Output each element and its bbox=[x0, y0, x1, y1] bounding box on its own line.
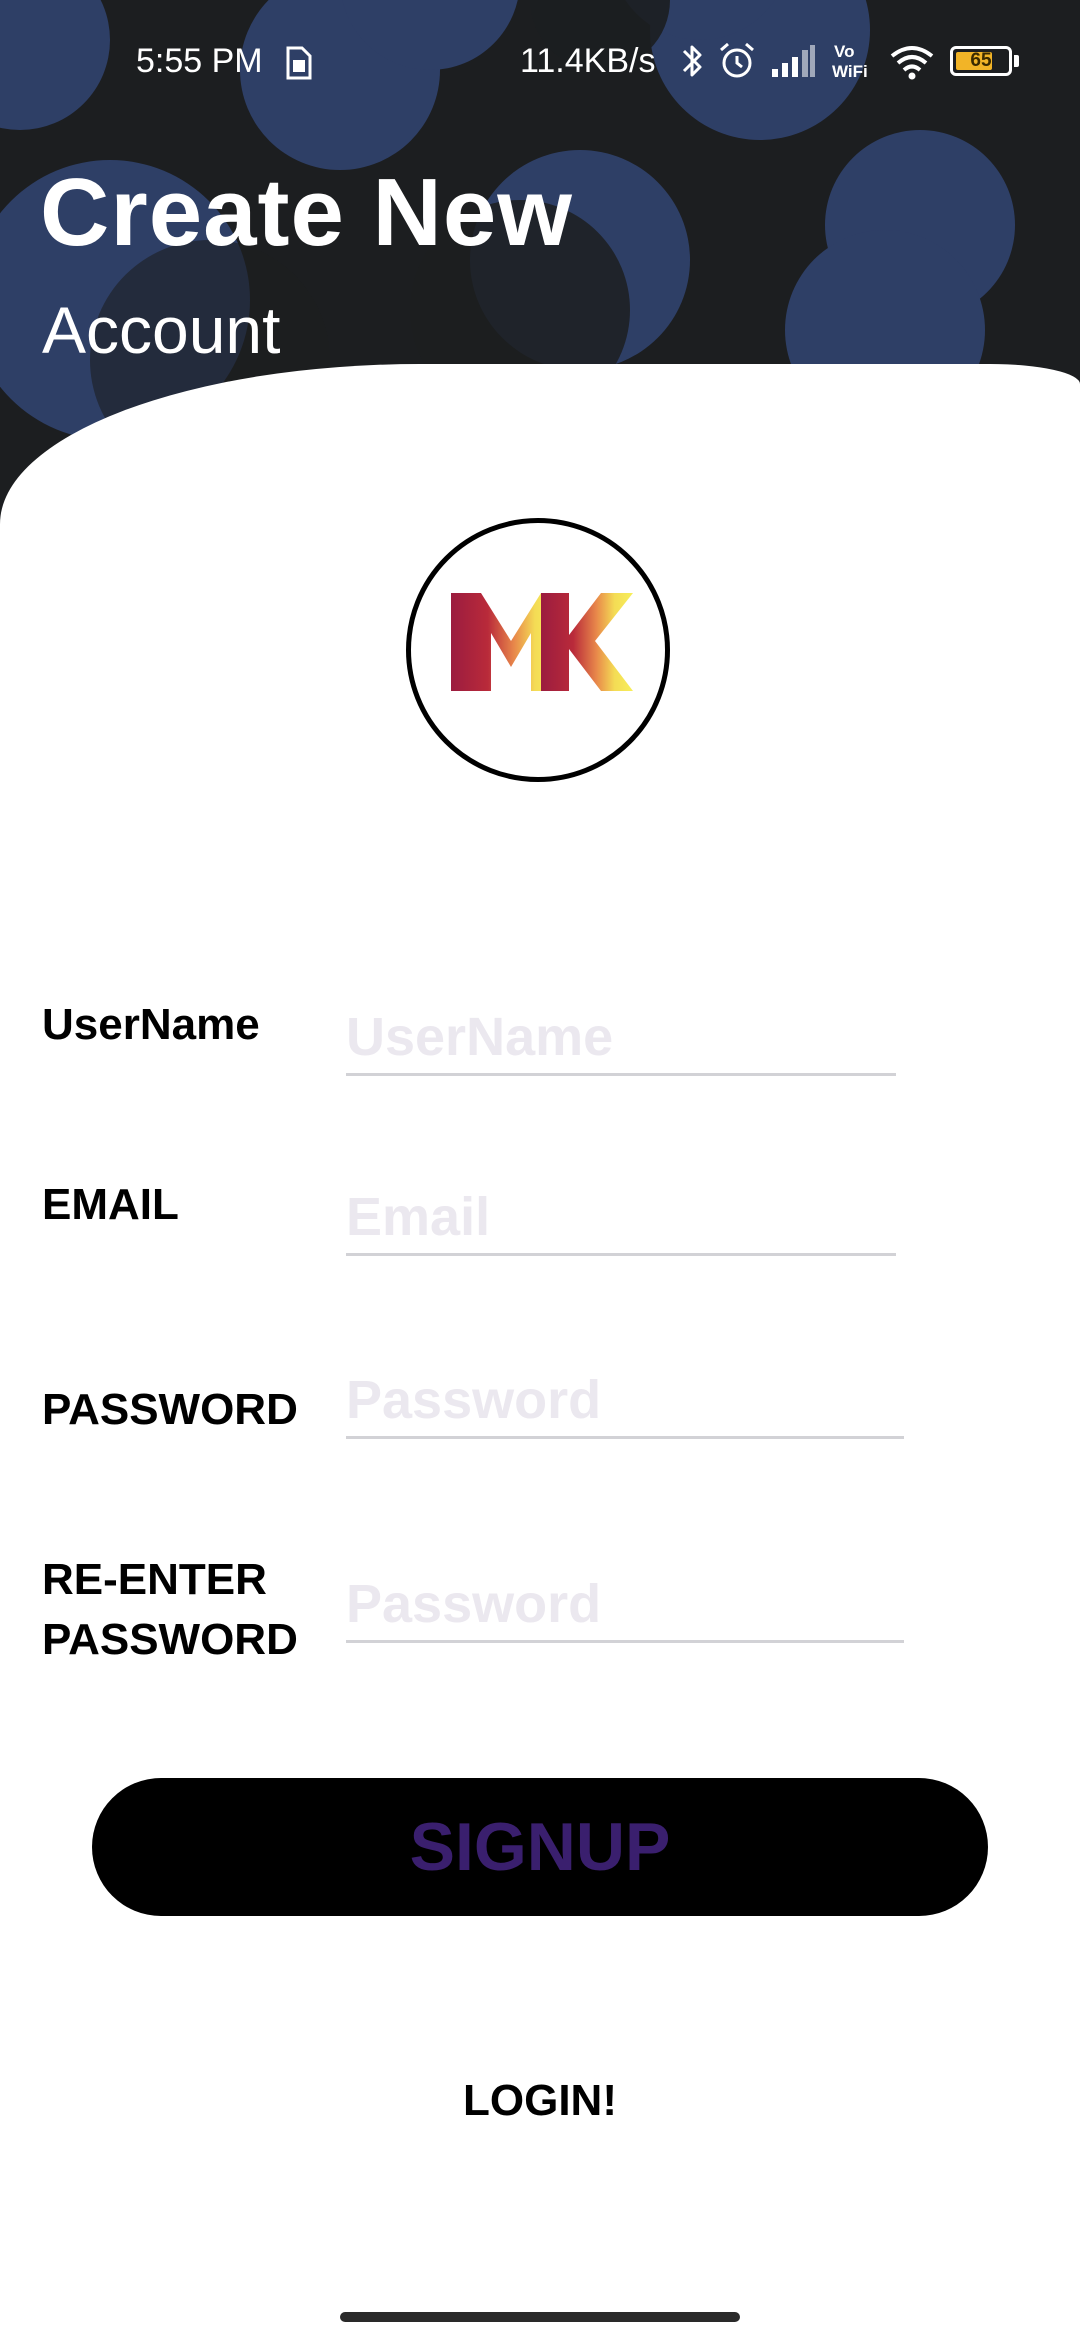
reenter-password-input[interactable] bbox=[346, 1567, 904, 1643]
vowifi-bottom-text: WiFi bbox=[832, 62, 868, 81]
reenter-label-line1: RE-ENTER bbox=[42, 1555, 267, 1604]
home-indicator[interactable] bbox=[340, 2312, 740, 2322]
status-time: 5:55 PM bbox=[136, 42, 263, 80]
page-title: Create New bbox=[40, 159, 573, 266]
vowifi-icon: Vo WiFi bbox=[832, 42, 868, 81]
page-subtitle: Account bbox=[42, 293, 281, 367]
password-input[interactable] bbox=[346, 1363, 904, 1439]
signup-button[interactable]: SIGNUP bbox=[92, 1778, 988, 1916]
logo-mark bbox=[451, 593, 633, 691]
reenter-password-label: RE-ENTER PASSWORD bbox=[42, 1550, 298, 1670]
username-label: UserName bbox=[42, 1000, 260, 1049]
battery-level: 65 bbox=[970, 50, 992, 71]
signup-screen: 5:55 PM 11.4KB/s Vo WiFi 65 Create New A… bbox=[0, 0, 1080, 2340]
battery-icon: 65 bbox=[950, 46, 1012, 76]
signal-icon bbox=[772, 45, 815, 77]
reenter-label-line2: PASSWORD bbox=[42, 1615, 298, 1664]
email-input[interactable] bbox=[346, 1180, 896, 1256]
vowifi-top-text: Vo bbox=[834, 42, 854, 61]
app-logo bbox=[406, 518, 670, 782]
status-icons: Vo WiFi 65 bbox=[680, 36, 1019, 86]
email-label: EMAIL bbox=[42, 1180, 179, 1229]
sim-card-icon bbox=[286, 46, 312, 80]
battery-tip bbox=[1014, 55, 1019, 67]
network-speed: 11.4KB/s bbox=[520, 42, 656, 80]
username-input[interactable] bbox=[346, 1000, 896, 1076]
bluetooth-icon bbox=[682, 45, 702, 77]
status-bar: 5:55 PM 11.4KB/s Vo WiFi 65 bbox=[0, 0, 1080, 120]
password-label: PASSWORD bbox=[42, 1385, 298, 1434]
wifi-icon bbox=[890, 46, 934, 80]
login-link[interactable]: LOGIN! bbox=[0, 2076, 1080, 2126]
alarm-icon bbox=[720, 42, 754, 78]
